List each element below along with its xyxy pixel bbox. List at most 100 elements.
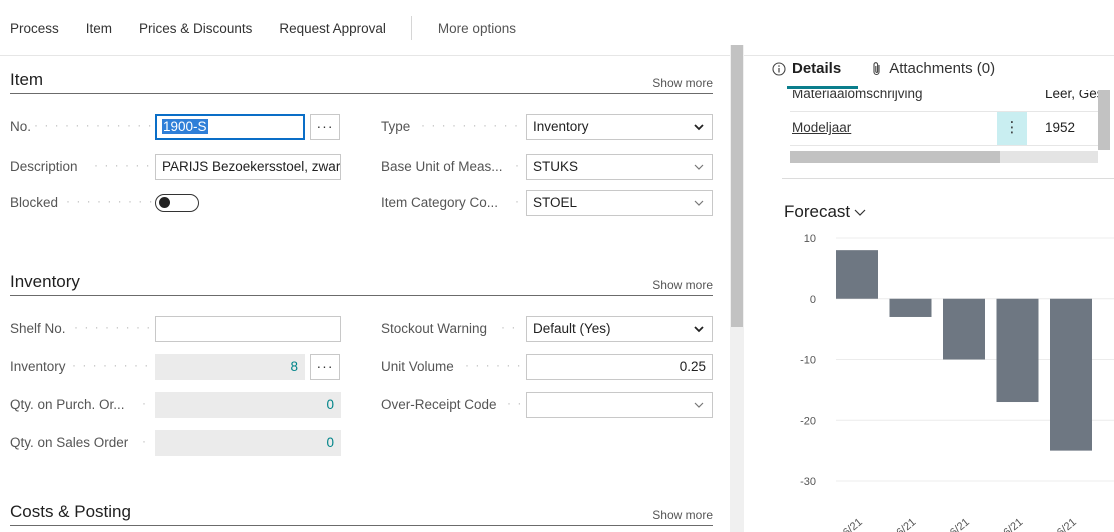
field-no: No. · · · · · · · · · · · · · · · 1900-S… [10,114,342,140]
no-input[interactable]: 1900-S [155,114,305,140]
field-unit-volume: Unit Volume · · · · · · · 0.25 [381,354,713,380]
details-table: Materiaalomschrijving Leer, Gesa Modelja… [790,90,1098,148]
action-process[interactable]: Process [10,21,59,36]
row-value: Leer, Gesa [1045,90,1098,101]
field-description: Description · · · · · · · · PARIJS Bezoe… [10,154,342,180]
field-base-uom: Base Unit of Meas... · STUKS [381,154,713,180]
field-base-uom-dots: · [515,158,521,172]
field-shelf-no: Shelf No. · · · · · · · · · · [10,316,342,342]
details-vertical-scrollbar[interactable] [1098,90,1110,150]
field-type-dots: · · · · · · · · · · · · · [421,118,521,132]
field-qty-sales-label: Qty. on Sales Order [10,435,129,450]
item-category-select[interactable]: STOEL [526,190,713,216]
table-row: Modeljaar ⋮ 1952 [790,112,1098,146]
field-stockout: Stockout Warning · · · Default (Yes) [381,316,713,342]
main-panel: Item Show more No. · · · · · · · · · · ·… [0,56,730,532]
row-actions-button[interactable]: ⋮ [997,112,1027,145]
active-tab-indicator [787,86,858,89]
field-shelf-no-dots: · · · · · · · · · · [74,320,152,334]
forecast-bar[interactable] [943,298,985,360]
blocked-toggle-knob [159,197,170,208]
forecast-header[interactable]: Forecast [784,202,867,222]
field-over-receipt-dots: · · [507,396,523,410]
chevron-down-icon [854,209,866,216]
forecast-chart: 10 0 -10 -20 -30 04/16/21 05/16/21 06/16/21 07/1… [800,233,1114,532]
info-icon [772,61,786,76]
factbox-tabs: Details Attachments (0) [772,60,1025,77]
y-tick-label: -20 [800,415,816,427]
field-blocked-label: Blocked [10,195,59,210]
chevron-down-icon [694,164,704,170]
y-tick-label: -10 [800,355,816,367]
qty-sales-value[interactable]: 0 [155,430,341,456]
type-select[interactable]: Inventory [526,114,713,140]
unit-volume-input[interactable]: 0.25 [526,354,713,380]
field-no-label: No. [10,119,32,134]
y-tick-label: 0 [810,294,816,306]
chevron-down-icon [694,402,704,408]
field-type: Type · · · · · · · · · · · · · Inventory [381,114,713,140]
x-tick-label: 06/16/21 [931,516,972,532]
inventory-lookup-button[interactable]: ··· [310,354,340,380]
field-inventory-dots: · · · · · · · · · · · [72,358,152,372]
stockout-select[interactable]: Default (Yes) [526,316,713,342]
row-value: 1952 [1045,120,1076,135]
section-inventory-show-more[interactable]: Show more [652,278,713,292]
action-more-options[interactable]: More options [438,21,516,36]
field-qty-sales: Qty. on Sales Order · 0 [10,430,342,456]
no-lookup-button[interactable]: ··· [310,114,340,140]
forecast-bar[interactable] [889,298,932,317]
field-qty-purch-label: Qty. on Purch. Or... [10,397,125,412]
section-item-header[interactable]: Item Show more [10,64,713,94]
x-tick-label: 07/16/21 [985,516,1026,532]
section-item-show-more[interactable]: Show more [652,76,713,90]
tab-attachments[interactable]: Attachments (0) [871,60,995,77]
details-horizontal-scrollbar-thumb[interactable] [790,151,1000,163]
tab-details[interactable]: Details [772,60,841,77]
inventory-value[interactable]: 8 [155,354,305,380]
blocked-toggle[interactable] [155,194,199,212]
forecast-bar[interactable] [996,298,1039,403]
shelf-no-input[interactable] [155,316,341,342]
x-tick-label: 04/16/21 [824,516,865,532]
field-qty-purch: Qty. on Purch. Or... · 0 [10,392,342,418]
factbox-divider [782,178,1114,179]
paperclip-icon [873,62,880,76]
factbox-pane: Details Attachments (0) Materiaalomschri… [760,45,1114,532]
field-qty-purch-dots: · [142,396,148,410]
field-blocked-dots: · · · · · · · · · · · · [66,194,152,208]
x-tick-label: 08/16/21 [1038,516,1079,532]
action-request-approval[interactable]: Request Approval [279,21,386,36]
y-tick-label: 10 [804,233,816,245]
chevron-down-icon [694,124,704,131]
description-input[interactable]: PARIJS Bezoekersstoel, zwart [155,154,341,180]
forecast-bar[interactable] [836,250,878,299]
field-description-label: Description [10,159,78,174]
section-costs-header[interactable]: Costs & Posting Show more [10,496,713,526]
action-item[interactable]: Item [86,21,112,36]
action-separator [410,16,412,40]
field-stockout-dots: · · · [501,320,523,334]
forecast-title: Forecast [784,202,851,221]
x-tick-label: 05/16/21 [878,516,919,532]
section-inventory-header[interactable]: Inventory Show more [10,266,713,296]
section-costs-show-more[interactable]: Show more [652,508,713,522]
qty-purch-value[interactable]: 0 [155,392,341,418]
action-prices-discounts[interactable]: Prices & Discounts [139,21,252,36]
over-receipt-select[interactable] [526,392,713,418]
field-item-category: Item Category Co... · STOEL [381,190,713,216]
field-type-label: Type [381,119,411,134]
row-key: Materiaalomschrijving [792,90,923,101]
row-key-link[interactable]: Modeljaar [792,120,851,135]
table-row: Materiaalomschrijving Leer, Gesa [790,90,1098,112]
forecast-bar[interactable] [1050,298,1092,451]
main-scrollbar[interactable] [730,45,744,532]
y-tick-label: -30 [800,476,816,488]
section-costs-title: Costs & Posting [10,502,131,521]
field-no-dots: · · · · · · · · · · · · · · · [34,118,152,132]
base-uom-select[interactable]: STUKS [526,154,713,180]
field-item-category-label: Item Category Co... [381,195,499,210]
field-inventory-label: Inventory [10,359,66,374]
main-scrollbar-thumb[interactable] [731,45,743,327]
field-blocked: Blocked · · · · · · · · · · · · [10,190,342,216]
